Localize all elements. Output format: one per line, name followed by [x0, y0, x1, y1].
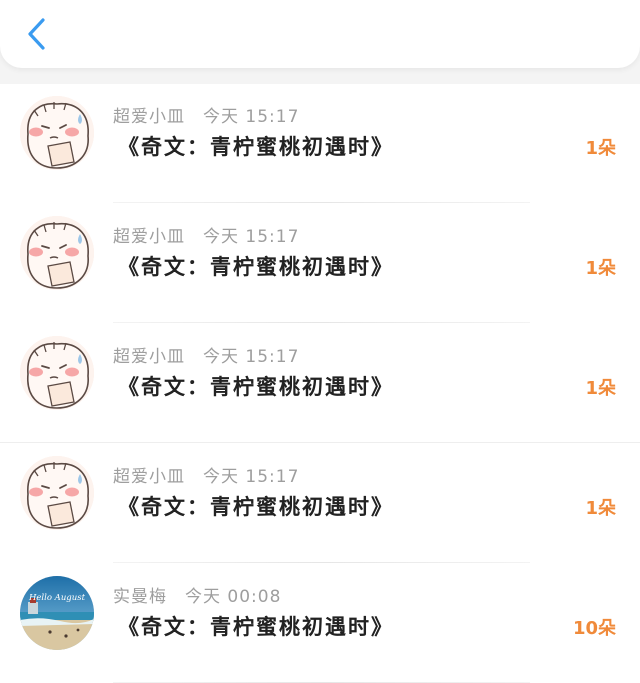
- avatar[interactable]: [20, 336, 94, 410]
- timestamp: 今天 00:08: [185, 587, 282, 607]
- list-item[interactable]: 超爱小皿 今天 15:17 《奇文：青柠蜜桃初遇时》 1朵: [0, 323, 640, 443]
- list-item[interactable]: 超爱小皿 今天 15:17 《奇文：青柠蜜桃初遇时》 1朵: [0, 443, 640, 563]
- gift-amount: 1朵: [585, 258, 616, 279]
- cartoon-face-icon: [20, 336, 94, 410]
- gift-amount: 1朵: [585, 378, 616, 399]
- username[interactable]: 实曼梅: [113, 587, 167, 607]
- avatar[interactable]: [20, 216, 94, 290]
- username[interactable]: 超爱小皿: [113, 107, 185, 127]
- work-title[interactable]: 《奇文：青柠蜜桃初遇时》: [118, 251, 394, 281]
- gift-amount: 1朵: [585, 138, 616, 159]
- timestamp: 今天 15:17: [203, 467, 300, 487]
- gift-record-list: 超爱小皿 今天 15:17 《奇文：青柠蜜桃初遇时》 1朵 超爱小皿 今天 15:1…: [0, 84, 640, 683]
- gift-amount: 1朵: [585, 498, 616, 519]
- top-bar: [0, 0, 640, 68]
- list-item[interactable]: Hello August 实曼梅 今天 00:08 《奇文：青柠蜜桃初遇时》 10…: [0, 563, 640, 683]
- timestamp: 今天 15:17: [203, 107, 300, 127]
- avatar[interactable]: Hello August: [20, 576, 94, 650]
- username[interactable]: 超爱小皿: [113, 347, 185, 367]
- list-item[interactable]: 超爱小皿 今天 15:17 《奇文：青柠蜜桃初遇时》 1朵: [0, 203, 640, 323]
- work-title[interactable]: 《奇文：青柠蜜桃初遇时》: [118, 611, 394, 641]
- avatar[interactable]: [20, 96, 94, 170]
- item-meta: 超爱小皿 今天 15:17: [113, 462, 299, 487]
- item-meta: 超爱小皿 今天 15:17: [113, 102, 299, 127]
- beach-photo-icon: Hello August: [20, 576, 94, 650]
- timestamp: 今天 15:17: [203, 347, 300, 367]
- gift-amount: 10朵: [572, 618, 616, 639]
- cartoon-face-icon: [20, 96, 94, 170]
- avatar[interactable]: [20, 456, 94, 530]
- work-title[interactable]: 《奇文：青柠蜜桃初遇时》: [118, 491, 394, 521]
- username[interactable]: 超爱小皿: [113, 227, 185, 247]
- item-meta: 超爱小皿 今天 15:17: [113, 342, 299, 367]
- item-meta: 实曼梅 今天 00:08: [113, 582, 281, 607]
- item-meta: 超爱小皿 今天 15:17: [113, 222, 299, 247]
- username[interactable]: 超爱小皿: [113, 467, 185, 487]
- work-title[interactable]: 《奇文：青柠蜜桃初遇时》: [118, 371, 394, 401]
- timestamp: 今天 15:17: [203, 227, 300, 247]
- back-button[interactable]: [18, 14, 54, 54]
- avatar-overlay-text: Hello August: [28, 593, 86, 603]
- work-title[interactable]: 《奇文：青柠蜜桃初遇时》: [118, 131, 394, 161]
- list-item[interactable]: 超爱小皿 今天 15:17 《奇文：青柠蜜桃初遇时》 1朵: [0, 84, 640, 203]
- cartoon-face-icon: [20, 456, 94, 530]
- cartoon-face-icon: [20, 216, 94, 290]
- chevron-left-icon: [28, 18, 45, 50]
